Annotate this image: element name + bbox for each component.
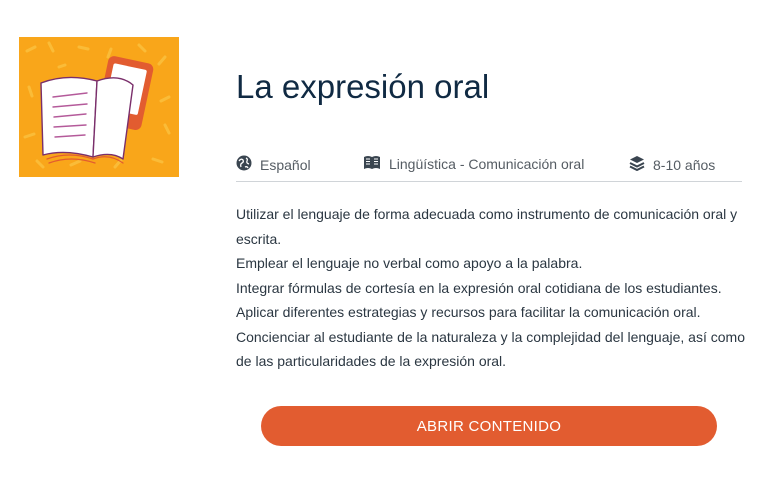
- meta-language-text: Español: [260, 156, 311, 173]
- objective-item: Integrar fórmulas de cortesía en la expr…: [236, 279, 722, 296]
- objective-item: Emplear el lenguaje no verbal como apoyo…: [236, 255, 583, 271]
- course-meta-bar: Español Lingüística - Comunicación oral …: [236, 151, 742, 182]
- book-and-tablet-illustration: [23, 41, 171, 169]
- objective-item: Aplicar diferentes estrategias y recurso…: [236, 304, 701, 320]
- globe-icon: [236, 155, 252, 174]
- meta-age: 8-10 años: [629, 155, 715, 174]
- meta-age-text: 8-10 años: [653, 156, 716, 173]
- meta-subject: Lingüística - Comunicación oral: [363, 155, 584, 173]
- open-content-button[interactable]: ABRIR CONTENIDO: [261, 406, 717, 446]
- objective-item: Concienciar al estudiante de la naturale…: [236, 328, 745, 370]
- layers-icon: [629, 155, 645, 174]
- meta-language: Español: [236, 155, 311, 174]
- page-title: La expresión oral: [236, 68, 490, 105]
- objectives-list: Utilizar el lenguaje de forma adecuada c…: [236, 202, 748, 374]
- course-thumbnail: [19, 37, 179, 177]
- meta-subject-text: Lingüística - Comunicación oral: [389, 156, 585, 172]
- objective-item: Utilizar el lenguaje de forma adecuada c…: [236, 206, 738, 247]
- open-book-icon: [363, 155, 381, 173]
